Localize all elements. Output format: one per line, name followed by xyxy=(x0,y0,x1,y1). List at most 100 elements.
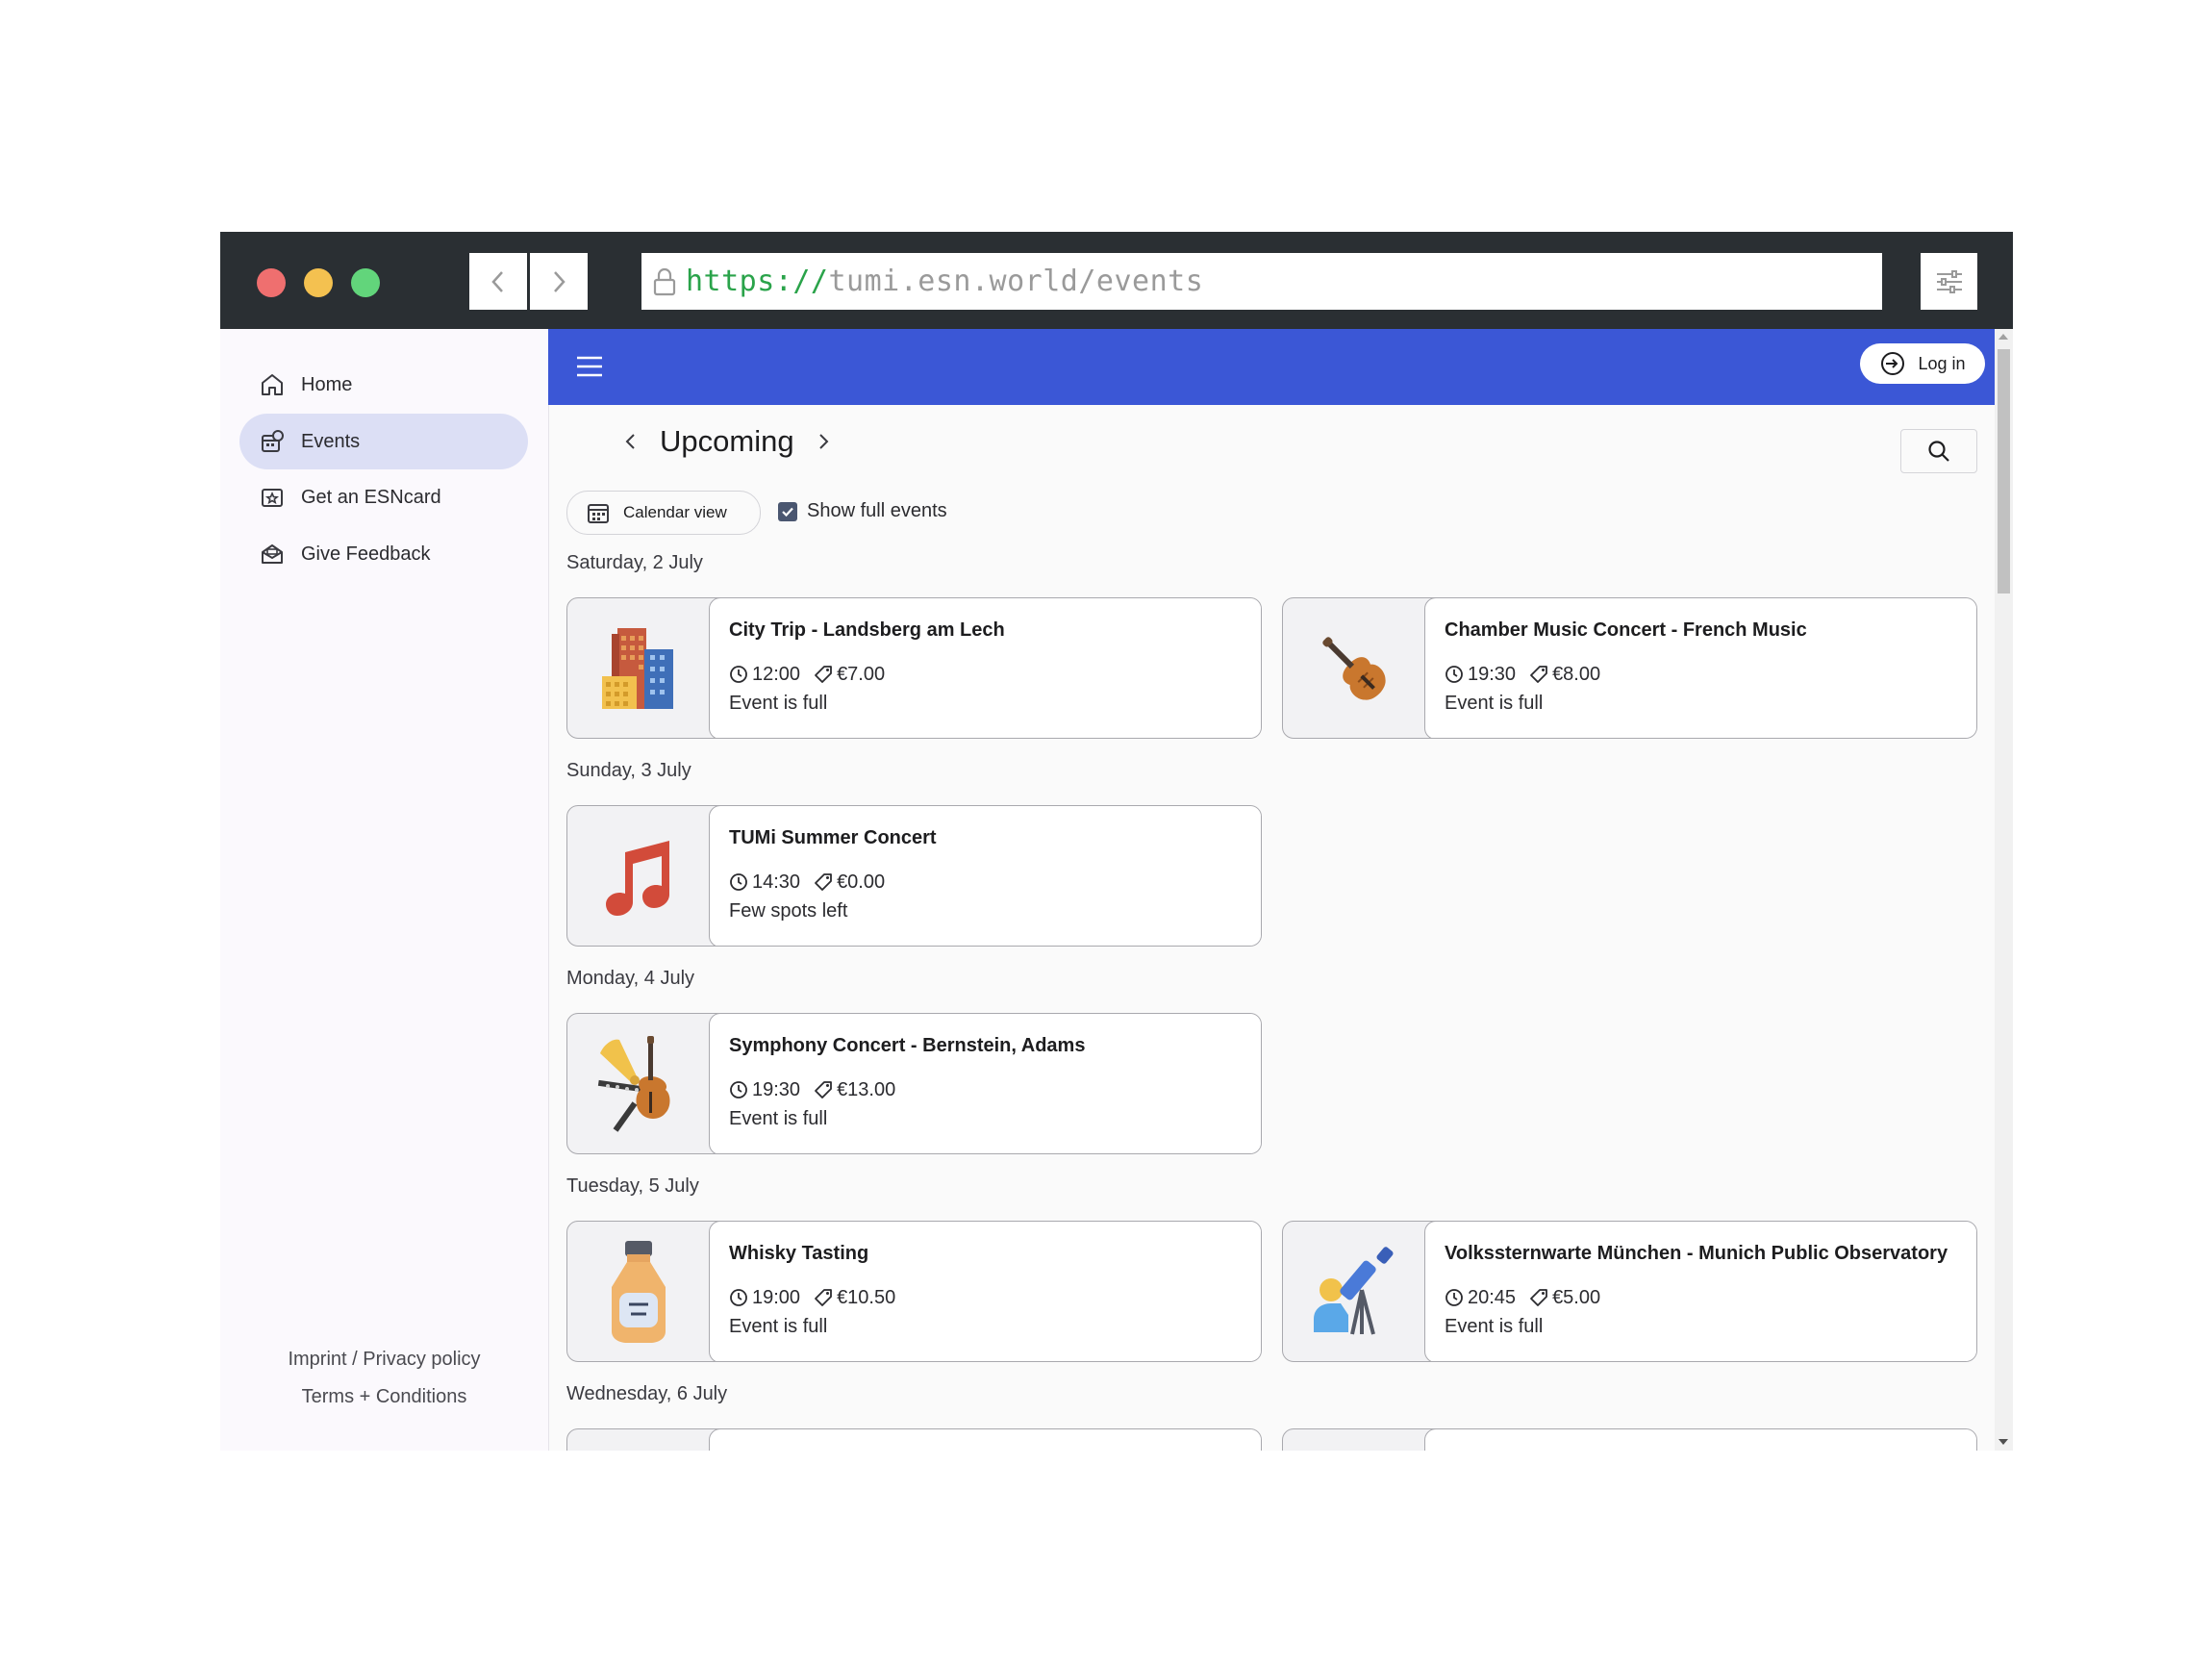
price-tag-icon xyxy=(1530,1289,1547,1306)
event-card[interactable]: Volkssternwarte München - Munich Public … xyxy=(1282,1221,1977,1362)
whisky-bottle-icon xyxy=(567,1222,709,1361)
event-card[interactable]: Chamber Music Concert - French Music 19:… xyxy=(1282,597,1977,739)
event-card[interactable]: TUMi Summer Concert 14:30 €0.00 Few spot… xyxy=(566,805,1262,947)
browser-titlebar: https://tumi.esn.world/events xyxy=(220,232,2013,329)
sidebar-item-label: Give Feedback xyxy=(301,543,431,565)
browser-forward-button[interactable] xyxy=(530,253,588,310)
browser-settings-button[interactable] xyxy=(1921,253,1977,310)
clock-icon xyxy=(1445,666,1463,683)
event-price: €8.00 xyxy=(1552,663,1601,685)
sliders-icon xyxy=(1936,269,1962,293)
events-icon xyxy=(259,428,286,455)
event-meta: 20:45 €5.00 xyxy=(1445,1287,1600,1309)
sidebar: Home Events Get an ESNcard Give Feedback… xyxy=(220,329,549,1451)
imprint-link[interactable]: Imprint / Privacy policy xyxy=(220,1349,548,1371)
scroll-up-arrow[interactable] xyxy=(1998,334,2008,340)
terms-link[interactable]: Terms + Conditions xyxy=(220,1386,548,1408)
calendar-icon xyxy=(588,504,609,523)
minimize-window-button[interactable] xyxy=(304,268,333,297)
clock-icon xyxy=(730,1081,747,1099)
calendar-view-label: Calendar view xyxy=(623,503,727,521)
sidebar-item-feedback[interactable]: Give Feedback xyxy=(239,526,528,582)
search-button[interactable] xyxy=(1900,429,1977,473)
event-status: Event is full xyxy=(1445,692,1544,714)
menu-icon[interactable] xyxy=(575,354,604,379)
clock-icon xyxy=(730,1289,747,1306)
event-status: Event is full xyxy=(729,1107,828,1129)
clock-icon xyxy=(1445,1289,1463,1306)
checkmark-icon xyxy=(782,507,793,517)
scroll-down-arrow[interactable] xyxy=(1998,1439,2008,1445)
orchestra-instruments-icon xyxy=(567,1014,709,1153)
login-icon xyxy=(1881,352,1905,375)
sidebar-item-events[interactable]: Events xyxy=(239,414,528,469)
event-card[interactable] xyxy=(566,1428,1262,1451)
scrollbar-thumb[interactable] xyxy=(1998,349,2010,594)
event-meta: 19:30 €8.00 xyxy=(1445,664,1600,686)
event-title: Symphony Concert - Bernstein, Adams xyxy=(729,1034,1086,1056)
chevron-right-icon xyxy=(554,270,566,292)
app-toolbar: Log in xyxy=(548,329,1995,405)
previous-period-button[interactable] xyxy=(623,430,639,453)
event-image xyxy=(1283,1429,1424,1451)
event-card[interactable]: Symphony Concert - Bernstein, Adams 19:3… xyxy=(566,1013,1262,1154)
event-title: TUMi Summer Concert xyxy=(729,826,937,848)
price-tag-icon xyxy=(815,1289,832,1306)
event-image xyxy=(567,1429,709,1451)
show-full-events-toggle[interactable]: Show full events xyxy=(778,500,947,522)
show-full-events-checkbox[interactable] xyxy=(778,501,797,521)
calendar-view-button[interactable]: Calendar view xyxy=(566,491,761,535)
sidebar-item-esncard[interactable]: Get an ESNcard xyxy=(239,469,528,525)
event-title: City Trip - Landsberg am Lech xyxy=(729,619,1005,641)
page-title: Upcoming xyxy=(660,424,794,458)
sidebar-item-label: Events xyxy=(301,430,361,452)
maximize-window-button[interactable] xyxy=(351,268,380,297)
event-time: 19:30 xyxy=(1468,663,1517,685)
price-tag-icon xyxy=(815,873,832,891)
city-buildings-icon xyxy=(567,598,709,738)
day-label: Tuesday, 5 July xyxy=(566,1175,699,1197)
show-full-events-label: Show full events xyxy=(807,500,947,521)
event-status: Event is full xyxy=(729,1315,828,1337)
browser-back-button[interactable] xyxy=(469,253,527,310)
url-text: https://tumi.esn.world/events xyxy=(686,265,1204,298)
event-time: 19:30 xyxy=(752,1078,801,1100)
clock-icon xyxy=(730,666,747,683)
event-meta: 14:30 €0.00 xyxy=(729,871,885,894)
event-time: 20:45 xyxy=(1468,1286,1517,1308)
event-card[interactable] xyxy=(1282,1428,1977,1451)
event-title: Chamber Music Concert - French Music xyxy=(1445,619,1807,641)
chevron-left-icon xyxy=(491,270,503,292)
login-button[interactable]: Log in xyxy=(1860,343,1985,384)
home-icon xyxy=(259,371,286,398)
price-tag-icon xyxy=(815,666,832,683)
event-title: Volkssternwarte München - Munich Public … xyxy=(1445,1242,1948,1264)
price-tag-icon xyxy=(1530,666,1547,683)
browser-window: https://tumi.esn.world/events Home Event… xyxy=(220,232,2013,1451)
clock-icon xyxy=(730,873,747,891)
event-price: €5.00 xyxy=(1552,1286,1601,1308)
close-window-button[interactable] xyxy=(257,268,286,297)
price-tag-icon xyxy=(815,1081,832,1099)
event-meta: 12:00 €7.00 xyxy=(729,664,885,686)
day-label: Sunday, 3 July xyxy=(566,760,691,781)
day-label: Saturday, 2 July xyxy=(566,552,703,573)
violin-icon xyxy=(1283,598,1424,738)
event-card[interactable]: Whisky Tasting 19:00 €10.50 Event is ful… xyxy=(566,1221,1262,1362)
next-period-button[interactable] xyxy=(816,430,831,453)
day-label: Wednesday, 6 July xyxy=(566,1383,728,1404)
page-heading: Upcoming xyxy=(623,424,831,459)
telescope-icon xyxy=(1283,1222,1424,1361)
sidebar-item-home[interactable]: Home xyxy=(239,357,528,413)
event-status: Event is full xyxy=(1445,1315,1544,1337)
address-bar[interactable]: https://tumi.esn.world/events xyxy=(641,253,1882,310)
feedback-icon xyxy=(259,541,286,568)
login-label: Log in xyxy=(1918,353,1966,373)
event-card[interactable]: City Trip - Landsberg am Lech 12:00 €7.0… xyxy=(566,597,1262,739)
lock-icon xyxy=(653,267,676,295)
event-meta: 19:00 €10.50 xyxy=(729,1287,895,1309)
event-status: Few spots left xyxy=(729,899,848,922)
event-title: Whisky Tasting xyxy=(729,1242,869,1264)
event-price: €7.00 xyxy=(837,663,886,685)
event-price: €13.00 xyxy=(837,1078,896,1100)
